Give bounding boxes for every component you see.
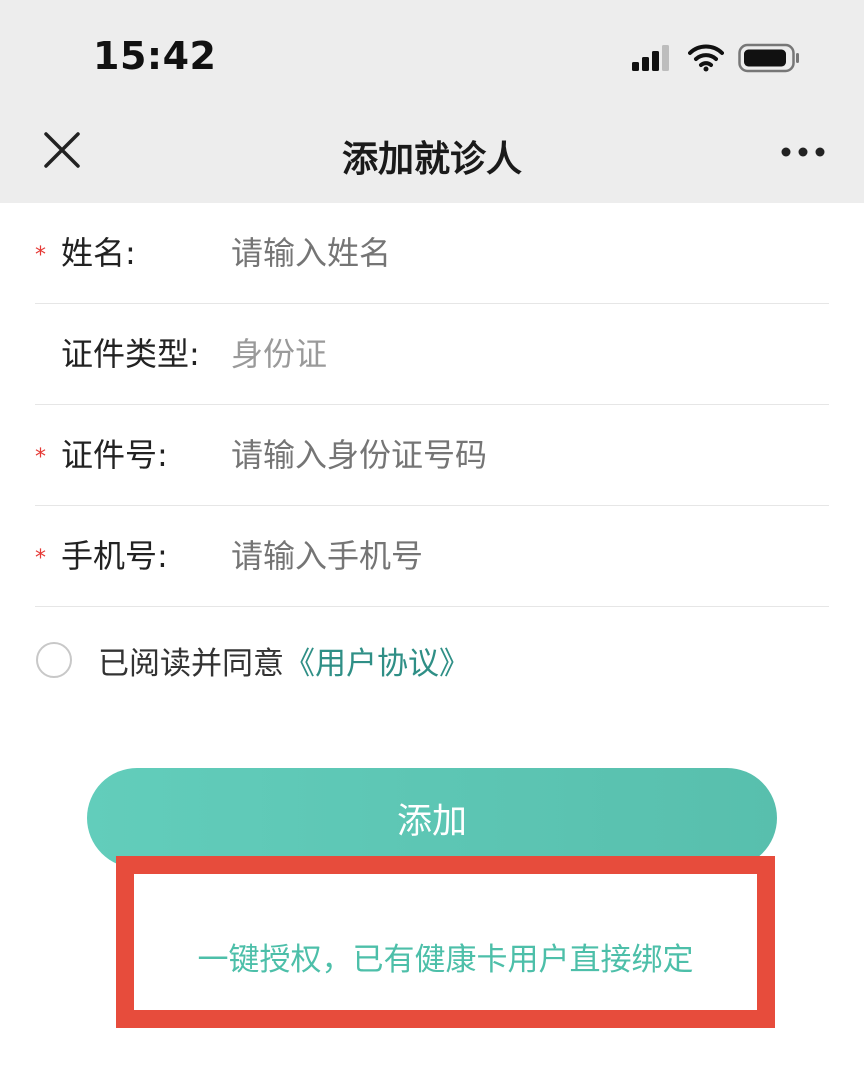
agreement-text: 已阅读并同意: [98, 645, 284, 682]
add-button[interactable]: 添加: [87, 768, 777, 868]
highlight-box: 一键授权，已有健康卡用户直接绑定: [116, 856, 775, 1028]
id-type-label: 证件类型:: [61, 335, 200, 373]
status-icons: [630, 38, 800, 78]
agreement-radio[interactable]: [36, 642, 72, 678]
wifi-icon: [688, 44, 724, 72]
id-number-row: * 证件号:: [35, 405, 829, 506]
authorize-link[interactable]: 一键授权，已有健康卡用户直接绑定: [134, 934, 757, 979]
status-time: 15:42: [93, 34, 217, 78]
name-row: * 姓名:: [35, 203, 829, 304]
id-type-row[interactable]: 证件类型: 身份证: [35, 304, 829, 405]
page-title: 添加就诊人: [341, 139, 522, 180]
top-header: 15:42 添加就诊人: [0, 0, 864, 203]
phone-row: * 手机号:: [35, 506, 829, 607]
name-input[interactable]: [231, 231, 791, 275]
id-type-value[interactable]: 身份证: [231, 332, 791, 376]
signal-icon: [630, 44, 674, 72]
user-agreement-link[interactable]: 《用户协议》: [284, 638, 470, 683]
agreement-row: 已阅读并同意 《用户协议》: [36, 638, 470, 683]
id-number-input[interactable]: [231, 433, 791, 477]
name-label: 姓名:: [61, 234, 136, 272]
required-mark: *: [35, 445, 46, 470]
more-icon[interactable]: [780, 144, 826, 160]
add-patient-page: 15:42 添加就诊人 * 姓名: 请输入姓名 证件类型: 身份证 * 证件号:…: [0, 0, 864, 1066]
phone-label: 手机号:: [61, 537, 168, 575]
required-mark: *: [35, 243, 46, 268]
battery-icon: [738, 43, 800, 73]
required-mark: *: [35, 546, 46, 571]
id-number-label: 证件号:: [61, 436, 168, 474]
phone-input[interactable]: [231, 534, 791, 578]
